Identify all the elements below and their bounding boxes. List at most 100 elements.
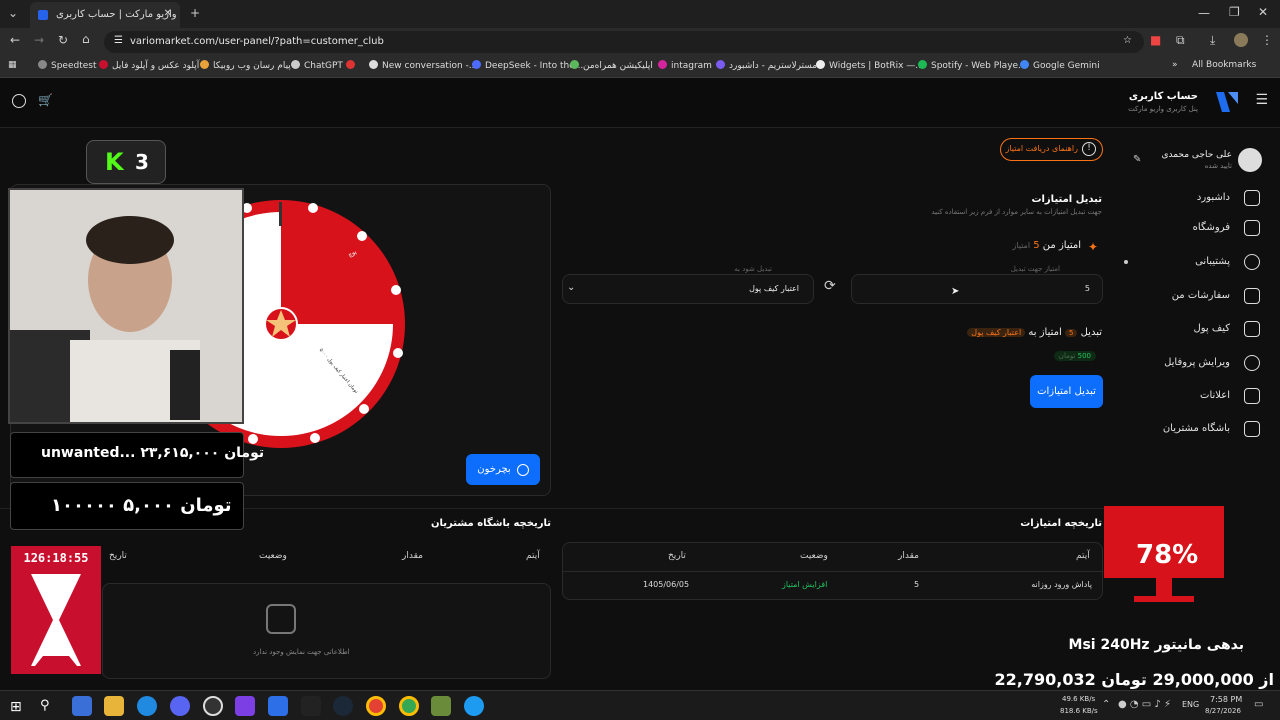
close-window-icon[interactable]: ✕ <box>1258 5 1268 19</box>
chrome-icon[interactable] <box>399 696 419 716</box>
headset-icon <box>1244 254 1260 270</box>
tray-chevron-icon[interactable]: ⌃ <box>1102 699 1110 710</box>
points-guide-button[interactable]: راهنمای دریافت امتیاز ! <box>1000 138 1103 161</box>
sidebar-item-wallet[interactable]: کیف پول <box>1120 318 1260 342</box>
points-input[interactable]: 5 <box>851 274 1103 304</box>
site-info-icon[interactable]: ☰ <box>114 35 123 46</box>
bookmark-item[interactable]: New conversation -... <box>369 60 477 71</box>
bookmark-item[interactable]: پیام رسان وب روبیکا <box>200 60 291 71</box>
start-icon[interactable]: ⊞ <box>10 699 22 715</box>
file-explorer-icon[interactable] <box>104 696 124 716</box>
bookmark-item[interactable]: اپلیکیشن همراه‌من <box>570 60 653 71</box>
bookmark-item[interactable]: ChatGPT <box>291 60 343 71</box>
sidebar-item-customer-club[interactable]: باشگاه مشتریان <box>1120 418 1260 442</box>
language-indicator[interactable]: ENG <box>1182 700 1199 709</box>
notifications-icon[interactable]: ▭ <box>1254 699 1263 710</box>
dashboard-icon <box>1244 190 1260 206</box>
discord-icon[interactable] <box>170 696 190 716</box>
clock-time[interactable]: 7:58 PM <box>1210 695 1242 704</box>
bookmark-item[interactable]: Spotify - Web Playe... <box>918 60 1027 71</box>
bookmark-item[interactable]: مسترلاستریم - داشبورد <box>716 60 817 71</box>
bookmark-star-icon[interactable]: ☆ <box>1123 35 1132 46</box>
sidebar-item-orders[interactable]: سفارشات من <box>1120 285 1260 309</box>
steam-icon[interactable] <box>333 696 353 716</box>
vscode-icon[interactable] <box>268 696 288 716</box>
column-header: آیتم <box>526 551 540 561</box>
search-icon[interactable]: ⚲ <box>40 698 50 713</box>
mouse-cursor: ➤ <box>951 286 960 297</box>
bookmark-item[interactable]: آپلود عکس و آپلود فایل <box>99 60 199 71</box>
app-v-icon[interactable] <box>464 696 484 716</box>
new-tab-icon[interactable]: + <box>190 6 200 20</box>
sidebar-item-edit-profile[interactable]: ویرایش پروفایل <box>1120 352 1260 376</box>
cart-icon <box>1244 288 1260 304</box>
chrome-icon[interactable] <box>366 696 386 716</box>
url-input[interactable]: ☰ variomarket.com/user-panel/?path=custo… <box>104 31 1144 53</box>
calculator-icon[interactable] <box>72 696 92 716</box>
app-s-icon[interactable] <box>235 696 255 716</box>
target-select[interactable]: اعتبار کیف پول ⌄ <box>562 274 814 304</box>
extensions-puzzle-icon[interactable]: ⧉ <box>1176 33 1185 48</box>
more-bookmarks-icon[interactable]: » <box>1172 60 1178 70</box>
tab-list-icon[interactable]: ⌄ <box>8 6 18 20</box>
tray-icons[interactable]: ● ◔ ▭ ♪ ⚡ <box>1118 699 1171 710</box>
epic-games-icon[interactable] <box>301 696 321 716</box>
bookmark-item[interactable]: intagram <box>658 60 712 71</box>
profile-avatar[interactable] <box>1234 33 1248 47</box>
exchange-title: تبدیل امتیازات <box>1031 194 1102 205</box>
bookmark-item[interactable]: Google Gemini <box>1020 60 1100 71</box>
club-history-empty: اطلاعاتی جهت نمایش وجود ندارد <box>102 583 551 679</box>
brand-logo[interactable] <box>1216 92 1238 112</box>
back-icon[interactable]: ← <box>10 33 20 47</box>
browser-tab[interactable]: واریو مارکت | حساب کاربری ✕ <box>30 2 180 28</box>
points-history-title: تاریخچه امتیازات <box>1020 518 1102 529</box>
user-avatar <box>1238 148 1262 172</box>
bookmark-item[interactable]: Speedtest <box>38 60 97 71</box>
bookmark-item[interactable]: Widgets | BotRix —... <box>816 60 924 71</box>
user-icon[interactable] <box>12 94 26 108</box>
sidebar-item-dashboard[interactable]: داشبورد <box>1120 187 1260 211</box>
convert-points-button[interactable]: تبدیل امتیازات <box>1030 375 1103 408</box>
browser-app-icon[interactable] <box>137 696 157 716</box>
extension-icon[interactable]: ■ <box>1150 33 1161 47</box>
reload-icon[interactable]: ↻ <box>58 33 68 47</box>
close-tab-icon[interactable]: ✕ <box>164 8 172 19</box>
home-icon[interactable]: ⌂ <box>82 32 90 46</box>
menu-kebab-icon[interactable]: ⋮ <box>1261 33 1273 47</box>
swap-refresh-icon[interactable]: ⟳ <box>824 278 836 294</box>
maximize-icon[interactable]: ❐ <box>1229 5 1240 19</box>
apps-grid-icon[interactable]: ▦ <box>8 60 17 70</box>
download-icon[interactable]: ⤓ <box>1210 33 1215 48</box>
net-download: 818.6 KB/s <box>1060 707 1098 715</box>
minimize-icon[interactable]: — <box>1198 6 1210 20</box>
sidebar-item-support[interactable]: پشتیبانی <box>1120 251 1260 275</box>
windows-taskbar: ⊞ ⚲ 49.6 KB/s 818.6 KB/s ⌃ ● ◔ ▭ ♪ ⚡ ENG… <box>0 690 1280 720</box>
bookmark-item[interactable]: DeepSeek - Into the... <box>472 60 583 71</box>
edit-profile-icon[interactable]: ✎ <box>1133 154 1141 165</box>
wallet-icon <box>1244 321 1260 337</box>
hamburger-menu-icon[interactable]: ☰ <box>1255 92 1268 108</box>
site-header: 🛒 حساب کاربری پنل کاربری واریو مارکت ☰ <box>0 78 1280 128</box>
clock-date[interactable]: 8/27/2026 <box>1205 707 1241 715</box>
table-row: پاداش ورود روزانه 5 افزایش امتیاز 1405/0… <box>643 580 1092 589</box>
browser-tab-bar: ⌄ واریو مارکت | حساب کاربری ✕ + — ❐ ✕ <box>0 0 1280 28</box>
cart-icon[interactable]: 🛒 <box>38 93 53 107</box>
column-header: مقدار <box>402 551 423 561</box>
bookmark-item[interactable] <box>346 60 359 71</box>
bookmarks-bar: ▦ Speedtest آپلود عکس و آپلود فایل پیام … <box>0 56 1280 78</box>
sidebar-item-shop[interactable]: فروشگاه <box>1120 217 1260 241</box>
sidebar-item-notifications[interactable]: اعلانات <box>1120 385 1260 409</box>
all-bookmarks[interactable]: All Bookmarks <box>1192 60 1256 70</box>
summary-amount: 500 تومان <box>1053 351 1096 361</box>
donation-banner: ۱۰۰۰۰۰ ۵,۰۰۰ تومان <box>10 482 244 530</box>
forward-icon[interactable]: → <box>34 33 44 47</box>
spin-icon <box>516 463 529 476</box>
site-favicon-icon <box>38 10 48 20</box>
info-icon: ! <box>1082 142 1096 156</box>
spin-button[interactable]: بچرخون <box>466 454 540 485</box>
column-header: وضعیت <box>800 551 828 561</box>
minecraft-icon[interactable] <box>431 696 451 716</box>
obs-icon[interactable] <box>203 696 223 716</box>
user-name: علی حاجی محمدی <box>1161 150 1232 160</box>
address-bar-row: ← → ↻ ⌂ ☰ variomarket.com/user-panel/?pa… <box>0 28 1280 56</box>
